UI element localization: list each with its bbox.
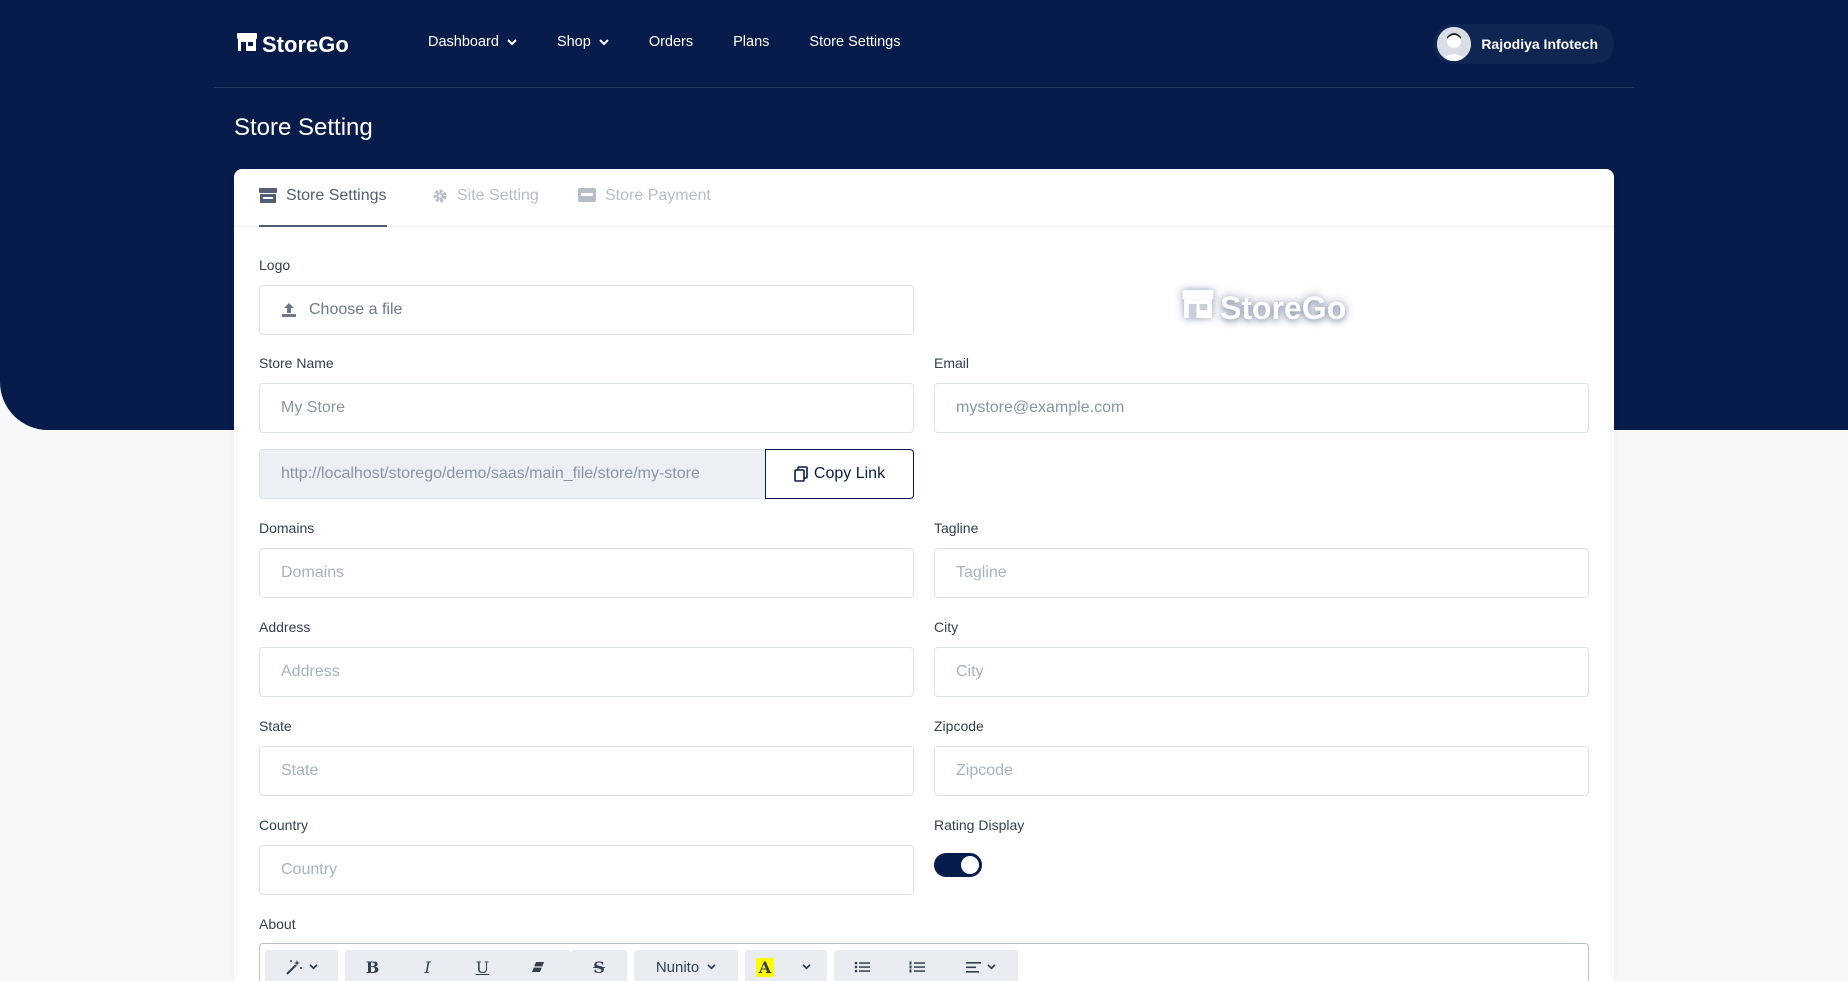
brand-name: StoreGo [262, 32, 349, 57]
strikethrough-icon: S [593, 957, 605, 977]
credit-card-icon [578, 187, 605, 207]
user-name: Rajodiya Infotech [1481, 36, 1598, 52]
tab-label: Store Payment [605, 187, 711, 204]
clear-format-button[interactable] [510, 950, 565, 981]
underline-button[interactable]: U [455, 950, 510, 981]
eraser-icon [531, 961, 545, 973]
main-nav: Dashboard Shop Orders Plans Store Settin… [428, 34, 941, 50]
chevron-down-icon [801, 964, 811, 970]
user-menu[interactable]: Rajodiya Infotech [1433, 24, 1614, 64]
store-logo-icon [236, 31, 258, 59]
settings-tabs: Store Settings Site Setting Store Paymen… [234, 169, 1614, 227]
logo-file-placeholder: Choose a file [309, 301, 403, 318]
store-name-input[interactable]: My Store [259, 383, 914, 433]
toolbar-group-fontname: Nunito [634, 950, 738, 981]
toolbar-group-style [265, 950, 338, 981]
chevron-down-icon [309, 964, 318, 970]
color-dropdown-button[interactable] [785, 950, 827, 981]
address-input[interactable]: Address [259, 647, 914, 697]
tab-store-payment[interactable]: Store Payment [578, 187, 711, 227]
toolbar-group-color: A [745, 950, 827, 981]
store-icon [259, 187, 286, 209]
magic-wand-button[interactable] [265, 950, 338, 981]
underline-icon: U [475, 957, 490, 977]
nav-item-plans[interactable]: Plans [733, 34, 769, 50]
font-family-value: Nunito [655, 958, 700, 976]
nav-item-dashboard[interactable]: Dashboard [428, 34, 517, 50]
rating-display-label: Rating Display [934, 817, 1025, 833]
align-left-icon [966, 961, 981, 973]
text-color-icon: A [755, 957, 775, 977]
copy-link-button[interactable]: Copy Link [765, 449, 914, 499]
bulleted-list-button[interactable] [834, 950, 889, 981]
copy-icon [794, 466, 808, 482]
nav-item-label: Shop [556, 34, 591, 50]
email-input[interactable]: mystore@example.com [934, 383, 1589, 433]
bulleted-list-icon [854, 961, 870, 973]
tab-store-settings[interactable]: Store Settings [259, 187, 387, 227]
domains-input[interactable]: Domains [259, 548, 914, 598]
toolbar-group-strike: S [571, 950, 627, 981]
logo-label: Logo [259, 257, 291, 273]
nav-item-label: Plans [733, 34, 770, 50]
nav-item-shop[interactable]: Shop [557, 34, 609, 50]
tab-label: Site Setting [457, 187, 539, 204]
chevron-down-icon [507, 38, 517, 46]
store-name-label: Store Name [259, 355, 334, 371]
bold-button[interactable]: B [345, 950, 400, 981]
font-family-dropdown[interactable]: Nunito [634, 950, 738, 981]
numbered-list-icon [909, 961, 925, 973]
country-label: Country [259, 817, 309, 833]
numbered-list-button[interactable] [889, 950, 944, 981]
nav-item-label: Orders [648, 34, 694, 50]
bold-icon: B [365, 957, 380, 977]
nav-item-label: Store Settings [809, 34, 901, 50]
chevron-down-icon [599, 38, 609, 46]
align-dropdown-button[interactable] [944, 950, 1018, 981]
nav-item-label: Dashboard [428, 34, 499, 50]
tagline-label: Tagline [934, 520, 979, 536]
zipcode-label: Zipcode [934, 718, 984, 734]
gear-icon [432, 187, 457, 209]
upload-icon [281, 302, 297, 318]
store-logo-icon [1180, 287, 1216, 329]
avatar [1437, 27, 1472, 61]
tab-site-setting[interactable]: Site Setting [432, 187, 539, 227]
toolbar-group-font: B I U [345, 950, 571, 981]
magic-wand-icon [285, 959, 303, 975]
chevron-down-icon [707, 964, 716, 970]
toggle-knob [961, 856, 979, 874]
nav-item-orders[interactable]: Orders [649, 34, 693, 50]
city-input[interactable]: City [934, 647, 1589, 697]
address-label: Address [259, 619, 311, 635]
country-input[interactable]: Country [259, 845, 914, 895]
zipcode-input[interactable]: Zipcode [934, 746, 1589, 796]
logo-preview-text: StoreGo [1220, 289, 1347, 326]
copy-link-label: Copy Link [813, 465, 886, 482]
brand-logo[interactable]: StoreGo [236, 30, 349, 60]
state-input[interactable]: State [259, 746, 914, 796]
italic-button[interactable]: I [400, 950, 455, 981]
italic-icon: I [424, 957, 431, 977]
domains-label: Domains [259, 520, 315, 536]
about-label: About [259, 916, 296, 932]
state-label: State [259, 718, 292, 734]
logo-preview: StoreGo [1180, 287, 1346, 329]
chevron-down-icon [987, 964, 996, 970]
store-link-input[interactable]: http://localhost/storego/demo/saas/main_… [259, 449, 765, 499]
nav-item-store-settings[interactable]: Store Settings [809, 34, 900, 50]
email-label: Email [934, 355, 970, 371]
about-editor[interactable]: B I U S Nunito A [259, 943, 1589, 981]
tagline-input[interactable]: Tagline [934, 548, 1589, 598]
text-highlight-button[interactable]: A [745, 950, 785, 981]
toolbar-group-paragraph [834, 950, 1018, 981]
tab-label: Store Settings [286, 187, 387, 204]
strikethrough-button[interactable]: S [571, 950, 627, 981]
page-title: Store Setting [234, 114, 373, 141]
top-navbar: StoreGo Dashboard Shop Orders Plans Stor… [214, 0, 1634, 88]
rating-display-toggle[interactable] [934, 853, 982, 877]
store-settings-card: Store Settings Site Setting Store Paymen… [234, 169, 1614, 981]
city-label: City [934, 619, 959, 635]
logo-file-input[interactable]: Choose a file [259, 285, 914, 335]
